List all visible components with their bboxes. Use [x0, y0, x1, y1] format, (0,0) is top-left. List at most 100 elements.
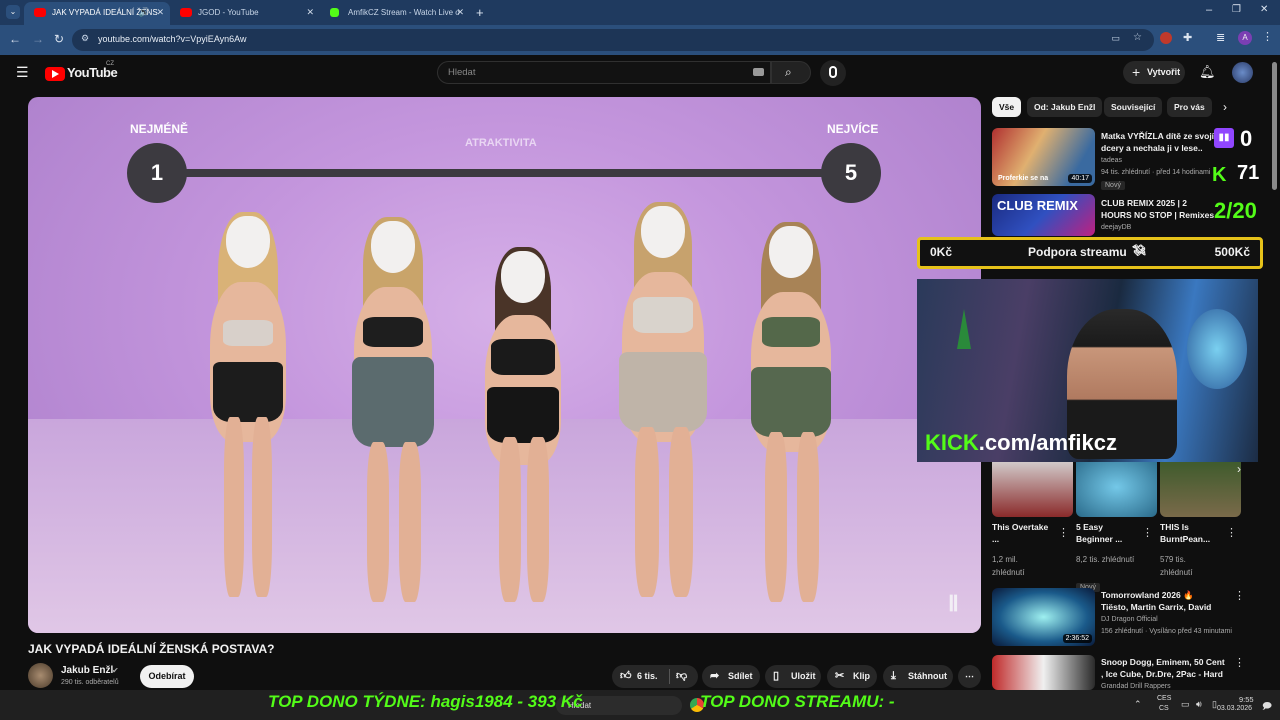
hamburger-menu-icon[interactable]: ☰: [16, 64, 29, 81]
thumbnail-text: CLUB REMIX: [997, 198, 1078, 213]
chip-for-you[interactable]: Pro vás: [1167, 97, 1212, 117]
tab-list-icon[interactable]: ⌄: [6, 5, 20, 19]
keyboard-icon[interactable]: [753, 68, 764, 76]
scissors-icon: ✂: [835, 670, 845, 682]
recommendation-thumbnail[interactable]: Proferkie se na 40:17: [992, 128, 1095, 186]
reload-icon[interactable]: ↻: [54, 32, 64, 46]
recommendation-thumbnail[interactable]: [992, 655, 1095, 690]
search-button[interactable]: ⌕: [771, 61, 811, 84]
short-menu-icon[interactable]: ⋮: [1226, 526, 1237, 539]
scale-min-circle: 1: [127, 143, 187, 203]
like-count[interactable]: 6 tis.: [637, 665, 658, 688]
bookmark-star-icon[interactable]: ☆: [1133, 32, 1142, 43]
subscribe-button[interactable]: Odebírat: [140, 665, 194, 688]
short-title[interactable]: This Overtake ...: [992, 521, 1052, 545]
restore-icon[interactable]: ❐: [1232, 4, 1241, 15]
shorts-next-icon[interactable]: ›: [1237, 462, 1241, 476]
notifications-bell-icon[interactable]: 🔔︎: [1199, 64, 1216, 80]
channel-name[interactable]: Jakub Enžl: [61, 665, 113, 676]
volume-icon[interactable]: 🔊︎: [1196, 699, 1202, 710]
forward-icon[interactable]: →: [32, 32, 44, 46]
clip-button[interactable]: ✂ Klip: [827, 665, 877, 688]
reading-list-icon[interactable]: ≣: [1216, 31, 1225, 44]
recommendation-menu-icon[interactable]: ⋮: [1234, 656, 1245, 669]
speaker-icon[interactable]: 🔊: [139, 2, 150, 23]
person-figure: [613, 202, 713, 612]
like-icon[interactable]: 👍︎: [620, 665, 632, 688]
chip-all[interactable]: Vše: [992, 97, 1022, 117]
language-bottom[interactable]: CS: [1159, 705, 1169, 712]
chevron-right-icon[interactable]: ›: [1223, 100, 1227, 114]
share-button[interactable]: ➦ Sdílet: [702, 665, 760, 688]
save-button[interactable]: ▯ Uložit: [765, 665, 821, 688]
network-icon[interactable]: ▭: [1181, 699, 1190, 710]
more-actions-button[interactable]: ⋯: [958, 665, 981, 688]
short-menu-icon[interactable]: ⋮: [1142, 526, 1153, 539]
close-icon[interactable]: ✕: [156, 2, 164, 23]
tray-chevron-icon[interactable]: ⌃: [1134, 699, 1142, 710]
donation-current: 0Kč: [930, 245, 953, 259]
back-icon[interactable]: ←: [9, 32, 21, 46]
money-icon: 💸︎: [1132, 245, 1146, 257]
account-avatar[interactable]: [1232, 62, 1253, 83]
minimize-icon[interactable]: –: [1206, 4, 1212, 16]
clock-time[interactable]: 9:55: [1239, 695, 1254, 704]
browser-menu-icon[interactable]: ⋮: [1262, 30, 1273, 43]
save-label: Uložit: [791, 671, 816, 681]
extension-icon[interactable]: [1160, 32, 1172, 44]
divider: [669, 669, 670, 684]
search-input[interactable]: Hledat: [437, 61, 771, 84]
dislike-icon[interactable]: 👎︎: [676, 665, 687, 688]
verified-icon: ✔: [112, 666, 119, 675]
clock-date[interactable]: 03.03.2026: [1217, 705, 1252, 712]
recommendation-thumbnail[interactable]: CLUB REMIX: [992, 194, 1095, 236]
close-icon[interactable]: ✕: [306, 2, 314, 23]
browser-address-bar: ← → ↻ ⚙ youtube.com/watch?v=VpyiEAyn6Aw …: [0, 25, 1280, 55]
twitch-viewer-count: 0: [1240, 126, 1253, 151]
tab-jgod[interactable]: JGOD - YouTube ✕: [170, 2, 320, 25]
recommendation-thumbnail[interactable]: 2:36:52: [992, 588, 1095, 646]
window-close-icon[interactable]: ✕: [1260, 4, 1268, 15]
new-tab-icon[interactable]: +: [476, 5, 484, 20]
close-icon[interactable]: ✕: [456, 2, 464, 23]
notification-center-icon[interactable]: 🗩: [1262, 699, 1272, 715]
more-icon: ⋯: [965, 671, 974, 681]
kick-favicon-icon: [330, 8, 339, 17]
chip-from-channel[interactable]: Od: Jakub Enžl: [1027, 97, 1103, 117]
language-top[interactable]: CES: [1157, 695, 1171, 702]
recommendation-title[interactable]: Snoop Dogg, Eminem, 50 Cent , Ice Cube, …: [1101, 656, 1229, 680]
scale-center-label: ATRAKTIVITA: [465, 137, 537, 149]
page-scrollbar[interactable]: [1272, 62, 1277, 190]
kick-viewer-count: 71: [1237, 162, 1260, 184]
extensions-puzzle-icon[interactable]: ✚: [1183, 31, 1192, 44]
recommendation-title[interactable]: Matka VYŘÍZLA dítě ze svojí dcery a nech…: [1101, 130, 1216, 154]
profile-avatar[interactable]: A: [1238, 31, 1252, 45]
tab-amfik[interactable]: AmfikCZ Stream - Watch Live o ✕: [320, 2, 470, 25]
recommendation-channel[interactable]: deejayDB: [1101, 223, 1131, 233]
cast-icon[interactable]: ▭: [1111, 33, 1120, 44]
recommendation-title[interactable]: CLUB REMIX 2025 | 2 HOURS NO STOP | Remi…: [1101, 197, 1219, 221]
top-donor-week: TOP DONO TÝDNE: hagis1984 - 393 Kč: [268, 692, 583, 711]
short-thumbnail[interactable]: [1076, 457, 1157, 517]
site-info-icon[interactable]: ⚙: [81, 33, 89, 44]
short-title[interactable]: THIS Is BurntPean...: [1160, 521, 1222, 545]
short-thumbnail[interactable]: [992, 457, 1073, 517]
recommendation-channel[interactable]: tadeas: [1101, 156, 1122, 166]
create-button[interactable]: + Vytvořit: [1123, 61, 1185, 84]
short-menu-icon[interactable]: ⋮: [1058, 526, 1069, 539]
voice-search-button[interactable]: [820, 60, 846, 86]
person-figure: [198, 212, 298, 612]
video-player[interactable]: NEJMÉNĚ NEJVÍCE ATRAKTIVITA 1 5 Ⅱ: [28, 97, 981, 633]
recommendation-title[interactable]: Tomorrowland 2026 🔥 Tiësto, Martin Garri…: [1101, 589, 1223, 613]
download-icon: ⤓: [891, 670, 896, 682]
short-title[interactable]: 5 Easy Beginner ...: [1076, 521, 1136, 545]
recommendation-channel[interactable]: DJ Dragon Official: [1101, 615, 1158, 625]
download-button[interactable]: ⤓ Stáhnout: [883, 665, 953, 688]
url-field[interactable]: ⚙ youtube.com/watch?v=VpyiEAyn6Aw ▭ ☆: [72, 29, 1154, 51]
bookmark-icon: ▯: [773, 670, 780, 682]
channel-avatar[interactable]: [28, 663, 53, 688]
chip-related[interactable]: Související: [1104, 97, 1163, 117]
short-thumbnail[interactable]: [1160, 457, 1241, 517]
tab-video[interactable]: JAK VYPADÁ IDEÁLNÍ ŽENS 🔊 ✕: [24, 2, 170, 25]
recommendation-menu-icon[interactable]: ⋮: [1234, 589, 1245, 602]
